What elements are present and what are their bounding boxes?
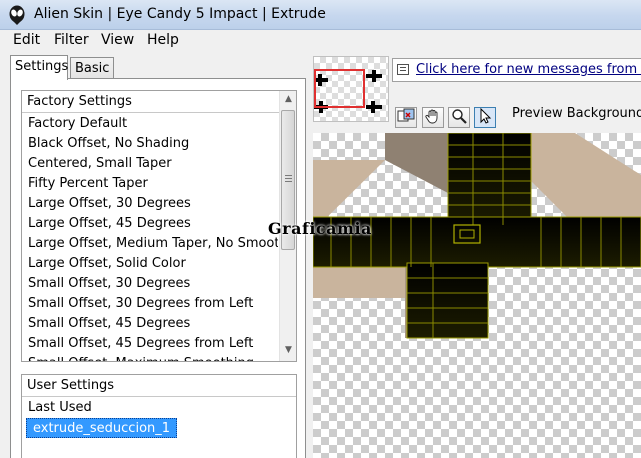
preview-canvas[interactable] [313, 133, 641, 458]
tab-settings[interactable]: Settings [10, 55, 68, 80]
list-item[interactable]: Last Used [22, 398, 296, 418]
pointer-icon [480, 107, 492, 124]
menu-view[interactable]: View [100, 32, 135, 48]
list-item[interactable]: Small Offset, 30 Degrees from Left [22, 294, 278, 314]
menu-bar: Edit Filter View Help [0, 30, 641, 52]
navigator-view-rect[interactable] [314, 69, 365, 108]
user-settings-rows: Last Used extrude_seduccion_1 [22, 398, 296, 442]
factory-settings-list: Factory Settings Factory Default Black O… [21, 90, 297, 362]
user-settings-list: User Settings Last Used extrude_seduccio… [21, 374, 297, 458]
compare-button[interactable] [395, 107, 417, 128]
tab-basic[interactable]: Basic [70, 57, 114, 79]
list-item[interactable]: Centered, Small Taper [22, 154, 278, 174]
list-item[interactable]: Black Offset, No Shading [22, 134, 278, 154]
factory-settings-rows: Factory Default Black Offset, No Shading… [22, 114, 278, 361]
title-bar: Alien Skin | Eye Candy 5 Impact | Extrud… [0, 0, 641, 30]
list-item-selected[interactable]: extrude_seduccion_1 [26, 418, 178, 438]
list-item[interactable]: Large Offset, 45 Degrees [22, 214, 278, 234]
hand-icon [425, 109, 438, 124]
list-item[interactable]: Small Offset, Maximum Smoothing [22, 354, 278, 361]
window-title: Alien Skin | Eye Candy 5 Impact | Extrud… [34, 6, 326, 22]
list-item[interactable]: Small Offset, 45 Degrees [22, 314, 278, 334]
compare-icon [397, 108, 415, 122]
zoom-icon [452, 109, 467, 124]
menu-filter[interactable]: Filter [53, 32, 90, 48]
preview-background-label: Preview Background: [512, 106, 641, 121]
messages-link[interactable]: Click here for new messages from Alie [416, 62, 641, 77]
extrude-preview-image [313, 133, 641, 339]
hand-tool-button[interactable] [422, 107, 444, 128]
list-item[interactable]: Fifty Percent Taper [22, 174, 278, 194]
message-bar: Click here for new messages from Alie [392, 58, 641, 82]
list-item[interactable]: Small Offset, 45 Degrees from Left [22, 334, 278, 354]
menu-help[interactable]: Help [146, 32, 180, 48]
navigator-thumbnail[interactable] [313, 56, 389, 122]
list-item[interactable]: Small Offset, 30 Degrees [22, 274, 278, 294]
list-item[interactable]: Factory Default [22, 114, 278, 134]
list-item[interactable]: Large Offset, Medium Taper, No Smooth… [22, 234, 278, 254]
list-item[interactable]: Large Offset, 30 Degrees [22, 194, 278, 214]
pointer-tool-button[interactable] [474, 107, 496, 128]
list-item[interactable]: Large Offset, Solid Color [22, 254, 278, 274]
factory-settings-header: Factory Settings [22, 91, 296, 113]
alien-head-icon [9, 5, 25, 25]
scroll-down-arrow-icon[interactable]: ▼ [280, 342, 296, 359]
user-settings-header: User Settings [22, 375, 296, 397]
watermark-text: Graficamia [268, 219, 372, 238]
message-icon [397, 64, 409, 75]
zoom-tool-button[interactable] [448, 107, 470, 128]
scroll-up-arrow-icon[interactable]: ▲ [280, 91, 296, 108]
menu-edit[interactable]: Edit [12, 32, 41, 48]
